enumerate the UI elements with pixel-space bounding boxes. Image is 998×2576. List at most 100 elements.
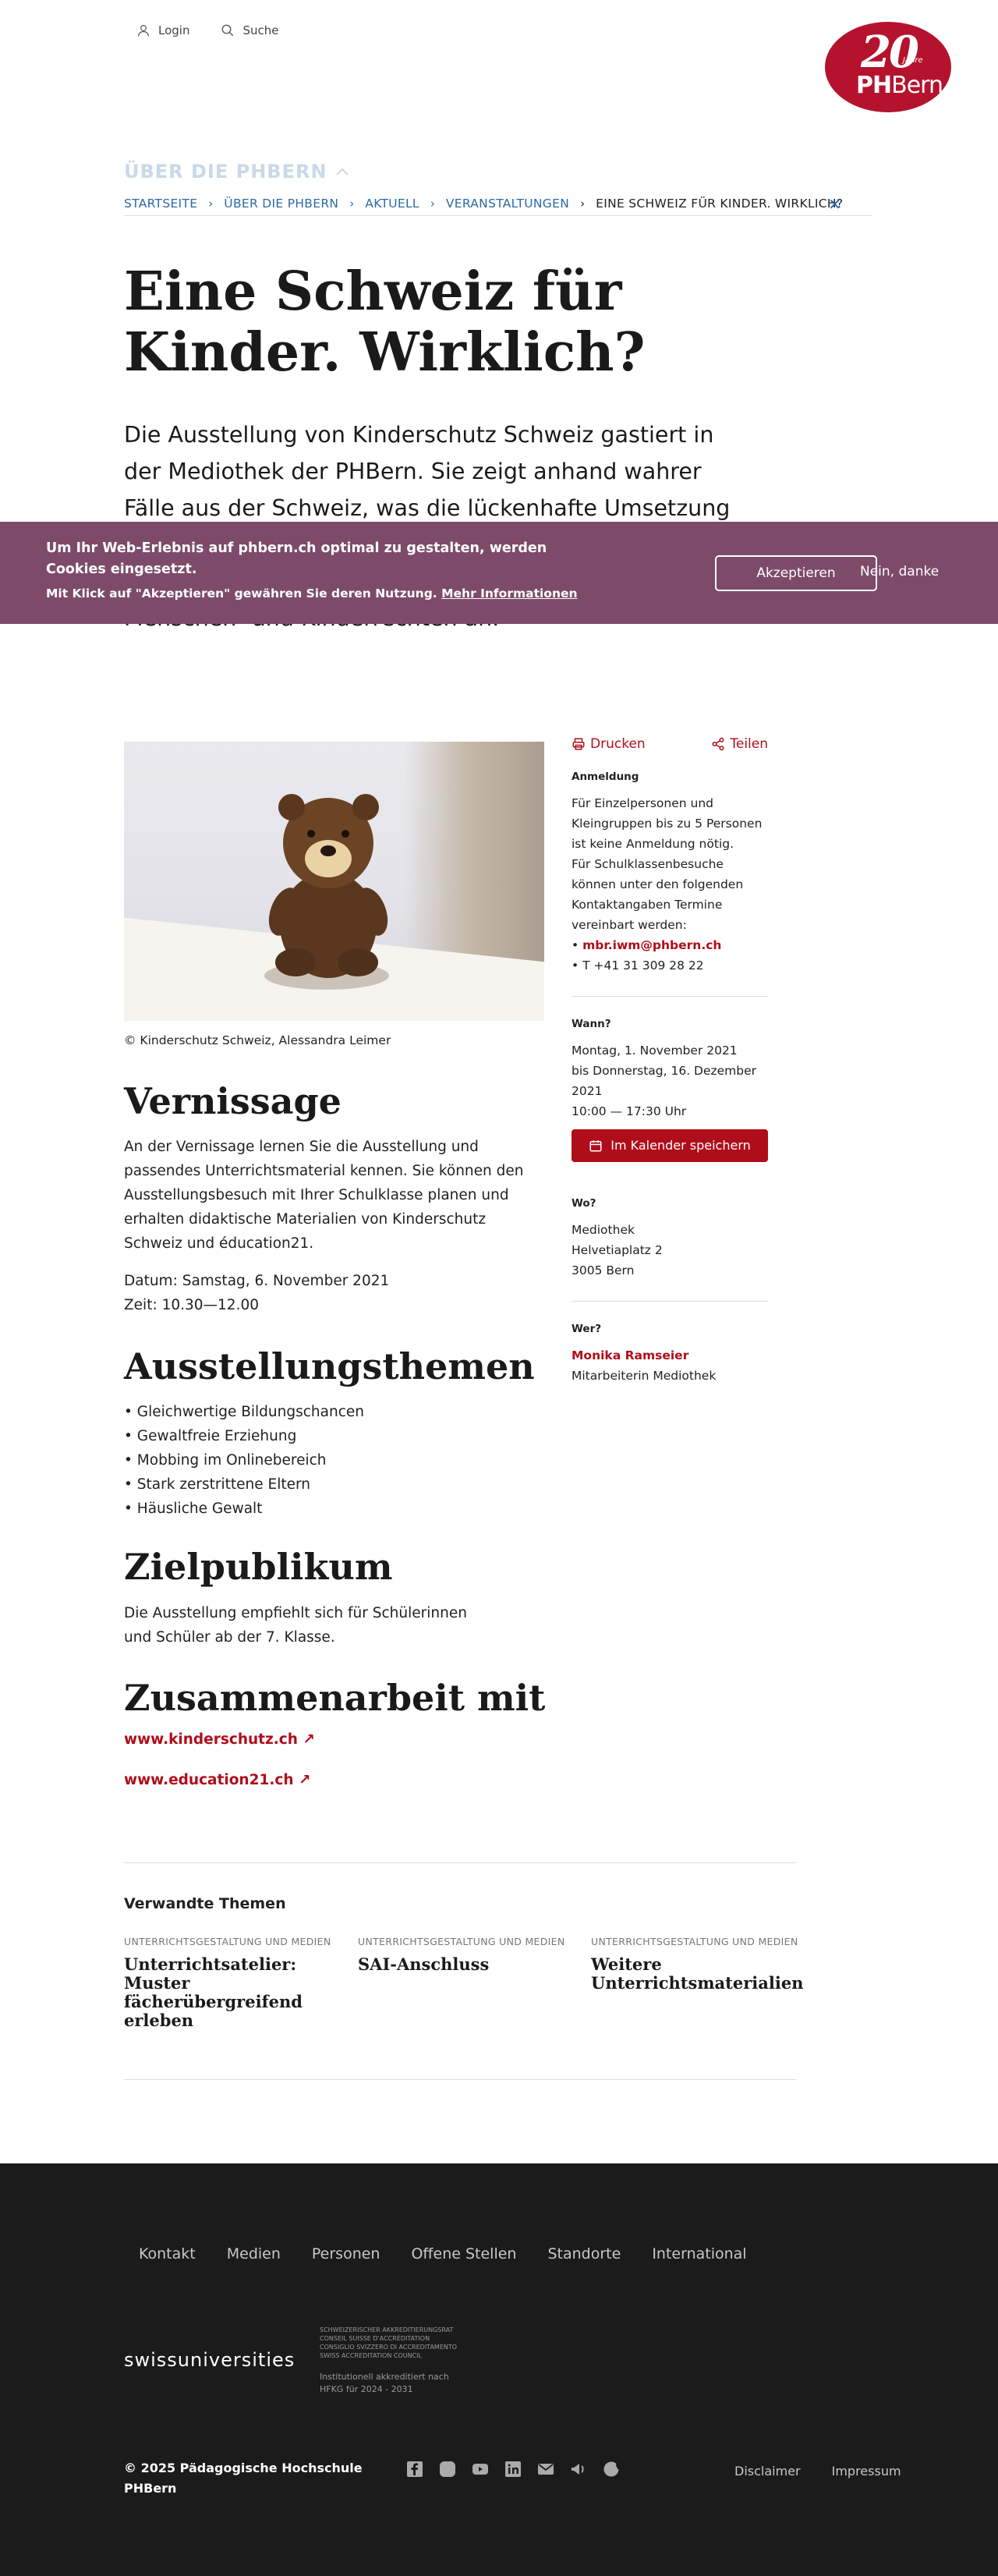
image-caption: © Kinderschutz Schweiz, Alessandra Leime…: [124, 1033, 391, 1047]
chevron-right-icon: ›: [580, 196, 586, 211]
search-icon: [222, 24, 234, 37]
calendar-save-button[interactable]: Im Kalender speichern: [572, 1129, 768, 1162]
related-title: Weitere Unterrichtsmaterialien: [591, 1954, 804, 1993]
footer-link-personen[interactable]: Personen: [312, 2245, 380, 2262]
cookie-more-info-link[interactable]: Mehr Informationen: [441, 586, 577, 601]
footer-link-standorte[interactable]: Standorte: [547, 2245, 621, 2262]
phone-row: • T +41 31 309 28 22: [572, 958, 704, 973]
wann-time: 10:00 — 17:30 Uhr: [572, 1104, 687, 1118]
social-links: [405, 2460, 621, 2479]
list-item: Gewaltfreie Erziehung: [124, 1424, 364, 1448]
wo-line-1: Mediothek: [572, 1223, 635, 1237]
megaphone-icon[interactable]: [569, 2460, 588, 2479]
login-link[interactable]: Login: [136, 23, 189, 37]
vernissage-date: Datum: Samstag, 6. November 2021: [124, 1273, 390, 1289]
themes-list: Gleichwertige Bildungschancen Gewaltfrei…: [124, 1400, 364, 1521]
anmeldung-label: Anmeldung: [572, 771, 639, 783]
vernissage-text: An der Vernissage lernen Sie die Ausstel…: [124, 1139, 524, 1252]
disclaimer-link[interactable]: Disclaimer: [734, 2464, 801, 2479]
logo-jahre: Jahre: [903, 56, 923, 65]
logo-brand: PHBern: [856, 72, 943, 99]
page-title: Eine Schweiz für Kinder. Wirklich?: [124, 260, 646, 384]
print-button[interactable]: Drucken: [572, 734, 646, 754]
chevron-up-icon: [335, 168, 349, 175]
search-link[interactable]: Suche: [221, 23, 278, 37]
google-icon[interactable]: [602, 2460, 621, 2479]
email-row: • mbr.iwm@phbern.ch: [572, 938, 722, 952]
audience-text-line1: Die Ausstellung empfiehlt sich für Schül…: [124, 1605, 467, 1621]
email-link[interactable]: mbr.iwm@phbern.ch: [582, 938, 721, 952]
list-item: Mobbing im Onlinebereich: [124, 1448, 364, 1472]
accreditation-logo: SCHWEIZERISCHER AKKREDITIERUNGSRAT CONSE…: [320, 2326, 458, 2394]
instagram-icon[interactable]: [438, 2460, 457, 2479]
legal-links: Disclaimer Impressum: [734, 2464, 901, 2479]
facebook-icon[interactable]: [405, 2460, 424, 2479]
vernissage-heading: Vernissage: [124, 1080, 342, 1122]
external-link-icon: ↗: [303, 1731, 315, 1748]
footer-link-international[interactable]: International: [652, 2245, 746, 2262]
copyright: © 2025 Pädagogische Hochschule PHBern: [124, 2461, 363, 2496]
cookie-decline-button[interactable]: Nein, danke: [860, 564, 939, 579]
close-icon[interactable]: ✕: [828, 195, 841, 214]
youtube-icon[interactable]: [471, 2460, 490, 2479]
divider: [124, 1862, 796, 1863]
related-title: Unterrichtsatelier: Muster fächerübergre…: [124, 1954, 303, 2030]
related-category: UNTERRICHTSGESTALTUNG UND MEDIEN: [358, 1936, 565, 1947]
phone-number: T +41 31 309 28 22: [582, 958, 704, 973]
related-item[interactable]: UNTERRICHTSGESTALTUNG UND MEDIEN SAI-Ans…: [358, 1936, 568, 1974]
phbern-logo[interactable]: 20 Jahre PHBern: [825, 22, 951, 112]
divider: [124, 2079, 796, 2080]
related-heading: Verwandte Themen: [124, 1895, 286, 1912]
breadcrumb-item-veranstaltungen[interactable]: VERANSTALTUNGEN: [446, 197, 569, 211]
cookie-accept-button[interactable]: Akzeptieren: [715, 555, 877, 591]
breadcrumb-current: EINE SCHWEIZ FÜR KINDER. WIRKLICH?: [596, 196, 844, 211]
chevron-right-icon: ›: [208, 196, 214, 211]
audience-heading: Zielpublikum: [124, 1546, 393, 1588]
footer-nav: Kontakt Medien Personen Offene Stellen S…: [139, 2245, 747, 2262]
swissuniversities-logo[interactable]: swissuniversities: [124, 2349, 295, 2371]
footer-link-kontakt[interactable]: Kontakt: [139, 2245, 196, 2262]
partners-heading: Zusammenarbeit mit: [124, 1677, 546, 1719]
cookie-banner: Um Ihr Web-Erlebnis auf phbern.ch optima…: [0, 522, 998, 624]
external-link-icon: ↗: [298, 1772, 311, 1788]
contact-person-role: Mitarbeiterin Mediothek: [572, 1369, 717, 1383]
list-item: Gleichwertige Bildungschancen: [124, 1400, 364, 1424]
search-label: Suche: [242, 23, 279, 37]
wann-label: Wann?: [572, 1018, 611, 1030]
footer-link-offene-stellen[interactable]: Offene Stellen: [411, 2245, 516, 2262]
wo-label: Wo?: [572, 1197, 596, 1210]
footer: Kontakt Medien Personen Offene Stellen S…: [0, 2163, 998, 2576]
chevron-right-icon: ›: [430, 196, 435, 211]
related-item[interactable]: UNTERRICHTSGESTALTUNG UND MEDIEN Weitere…: [591, 1936, 804, 1993]
breadcrumb-item-startseite[interactable]: STARTSEITE: [124, 197, 197, 211]
footer-link-medien[interactable]: Medien: [227, 2245, 281, 2262]
vernissage-time: Zeit: 10.30—12.00: [124, 1297, 259, 1313]
linkedin-icon[interactable]: [504, 2460, 522, 2479]
related-category: UNTERRICHTSGESTALTUNG UND MEDIEN: [591, 1936, 798, 1947]
cookie-consent-text: Mit Klick auf "Akzeptieren" gewähren Sie…: [46, 586, 578, 601]
wann-from: Montag, 1. November 2021: [572, 1044, 738, 1058]
kinderschutz-link[interactable]: www.kinderschutz.ch ↗: [124, 1731, 315, 1748]
event-sidebar: Drucken Teilen Anmeldung Für Einzelperso…: [572, 734, 768, 1386]
themes-heading: Ausstellungsthemen: [124, 1345, 535, 1387]
contact-person-link[interactable]: Monika Ramseier: [572, 1345, 768, 1366]
share-icon: [712, 737, 724, 751]
newsletter-icon[interactable]: [536, 2460, 555, 2479]
teddy-bear-image: [124, 742, 544, 1021]
printer-icon: [572, 738, 585, 750]
list-item: Häusliche Gewalt: [124, 1497, 364, 1521]
breadcrumb-item-ueber[interactable]: ÜBER DIE PHBERN: [224, 197, 338, 211]
related-item[interactable]: UNTERRICHTSGESTALTUNG UND MEDIEN Unterri…: [124, 1936, 334, 2030]
calendar-icon: [589, 1140, 602, 1152]
audience-text-line2: und Schüler ab der 7. Klasse.: [124, 1629, 335, 1646]
impressum-link[interactable]: Impressum: [832, 2464, 901, 2479]
breadcrumb: STARTSEITE › ÜBER DIE PHBERN › AKTUELL ›…: [124, 191, 872, 216]
list-item: Stark zerstrittene Eltern: [124, 1472, 364, 1497]
breadcrumb-item-aktuell[interactable]: AKTUELL: [365, 197, 419, 211]
share-button[interactable]: Teilen: [711, 734, 768, 754]
user-icon: [138, 25, 149, 37]
education21-link[interactable]: www.education21.ch ↗: [124, 1772, 310, 1788]
wann-to: bis Donnerstag, 16. Dezember 2021: [572, 1064, 757, 1098]
section-label[interactable]: ÜBER DIE PHBERN: [124, 161, 349, 182]
wer-label: Wer?: [572, 1323, 602, 1335]
